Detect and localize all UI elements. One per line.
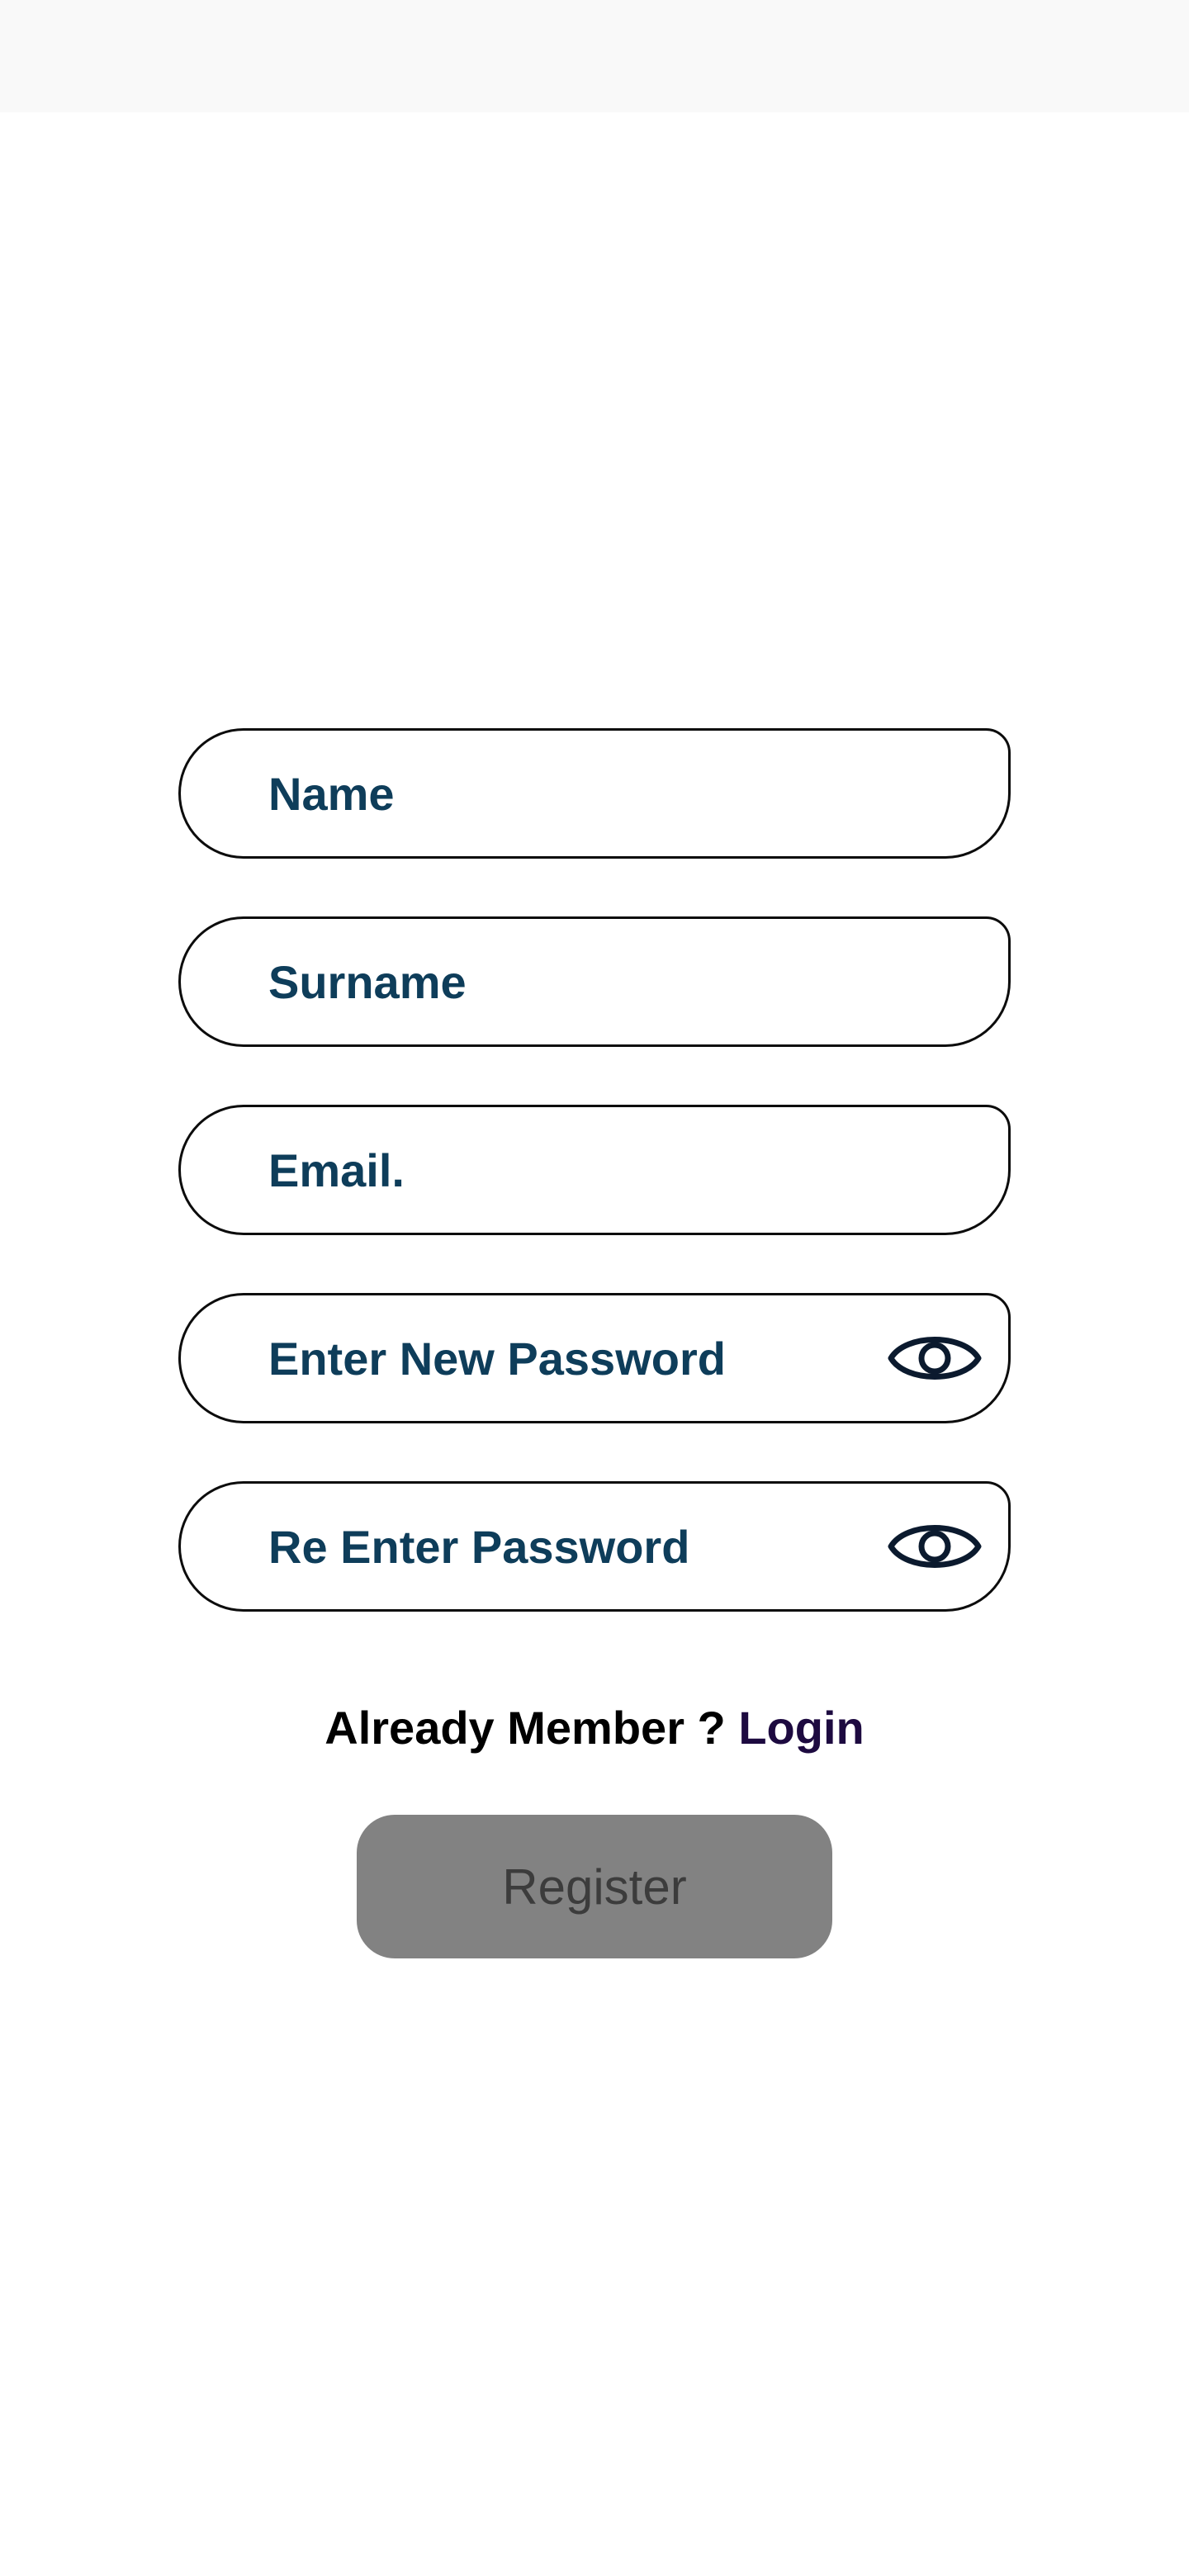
status-bar <box>0 0 1189 112</box>
new-password-field-container <box>178 1293 1011 1423</box>
email-input[interactable] <box>268 1129 879 1211</box>
surname-input[interactable] <box>268 940 879 1023</box>
re-password-input[interactable] <box>268 1505 879 1588</box>
already-member-text: Already Member ? <box>324 1702 726 1754</box>
register-form <box>178 728 1011 1669</box>
surname-field-container <box>178 916 1011 1047</box>
already-member-row: Already Member ? Login <box>0 1693 1189 1764</box>
login-link[interactable]: Login <box>738 1702 864 1754</box>
email-field-container <box>178 1105 1011 1235</box>
register-button[interactable]: Register <box>357 1815 832 1958</box>
eye-icon[interactable] <box>888 1311 982 1405</box>
name-field-container <box>178 728 1011 859</box>
eye-icon[interactable] <box>888 1499 982 1593</box>
re-password-field-container <box>178 1481 1011 1612</box>
name-input[interactable] <box>268 752 879 835</box>
new-password-input[interactable] <box>268 1317 879 1399</box>
